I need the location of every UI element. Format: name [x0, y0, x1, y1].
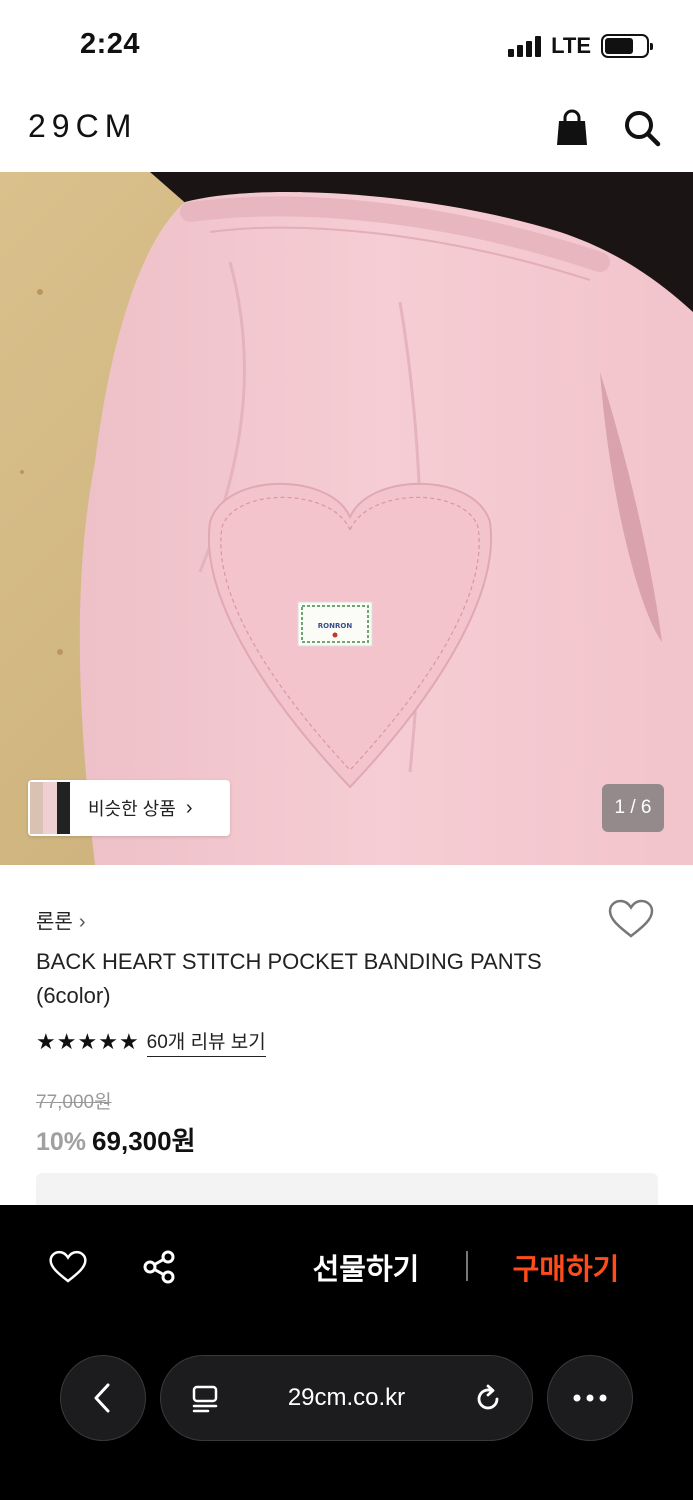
address-bar[interactable]: 29cm.co.kr	[160, 1355, 533, 1441]
discount-rate: 10%	[36, 1128, 87, 1156]
chevron-right-icon: ›	[185, 796, 193, 819]
more-options-button[interactable]	[547, 1355, 633, 1441]
heart-icon[interactable]	[46, 1245, 90, 1289]
shopping-bag-icon[interactable]	[550, 106, 594, 150]
star-icon: ★	[77, 1029, 98, 1054]
bottom-action-bar: 선물하기 구매하기 29cm.co.kr	[0, 1205, 693, 1500]
star-icon: ★	[56, 1029, 77, 1054]
buy-button[interactable]: 구매하기	[496, 1245, 636, 1289]
brand-link[interactable]: 론론 ›	[36, 905, 85, 934]
similar-products-button[interactable]: 비슷한 상품 ›	[28, 780, 230, 836]
chevron-left-icon	[94, 1383, 110, 1413]
wishlist-heart-icon[interactable]	[608, 899, 658, 943]
signal-icon	[508, 35, 542, 57]
chevron-right-icon: ›	[78, 911, 86, 933]
search-icon[interactable]	[620, 106, 664, 150]
battery-icon	[601, 34, 653, 58]
status-time: 2:24	[80, 28, 141, 60]
star-rating: ★ ★ ★ ★ ★	[36, 1029, 139, 1055]
star-icon: ★	[118, 1029, 139, 1054]
ronron-label: RONRON	[318, 622, 353, 630]
browser-back-button[interactable]	[60, 1355, 146, 1441]
similar-products-label: 비슷한 상품	[88, 799, 176, 819]
brand-name: 론론	[36, 911, 73, 933]
status-bar: 2:24 LTE	[0, 0, 693, 90]
original-price: 77,000원	[36, 1092, 112, 1113]
share-icon[interactable]	[137, 1245, 181, 1289]
reload-icon[interactable]	[468, 1379, 508, 1419]
product-info: 론론 › BACK HEART STITCH POCKET BANDING PAN…	[0, 865, 693, 1233]
price-row: 10% 69,300원	[36, 1121, 196, 1158]
star-icon: ★	[36, 1029, 56, 1054]
network-label: LTE	[551, 33, 591, 58]
product-image[interactable]: RONRON 비슷한 상품 › 1 / 6	[0, 172, 693, 865]
star-icon: ★	[98, 1029, 118, 1054]
logo[interactable]: 29CM	[28, 108, 137, 145]
app-header: 29CM	[0, 90, 693, 172]
ellipsis-icon	[573, 1394, 607, 1402]
sale-price: 69,300원	[92, 1126, 196, 1156]
similar-thumbnail	[30, 782, 70, 834]
product-title: BACK HEART STITCH POCKET BANDING PANTS (…	[36, 949, 542, 1008]
gift-button[interactable]: 선물하기	[296, 1245, 436, 1289]
product-photo: RONRON	[0, 172, 693, 865]
rating-row: ★ ★ ★ ★ ★ 60개 리뷰 보기	[36, 1027, 266, 1057]
image-pager: 1 / 6	[602, 784, 664, 832]
status-indicators: LTE	[508, 33, 653, 59]
reviews-link[interactable]: 60개 리뷰 보기	[146, 1027, 266, 1057]
divider	[466, 1251, 468, 1281]
